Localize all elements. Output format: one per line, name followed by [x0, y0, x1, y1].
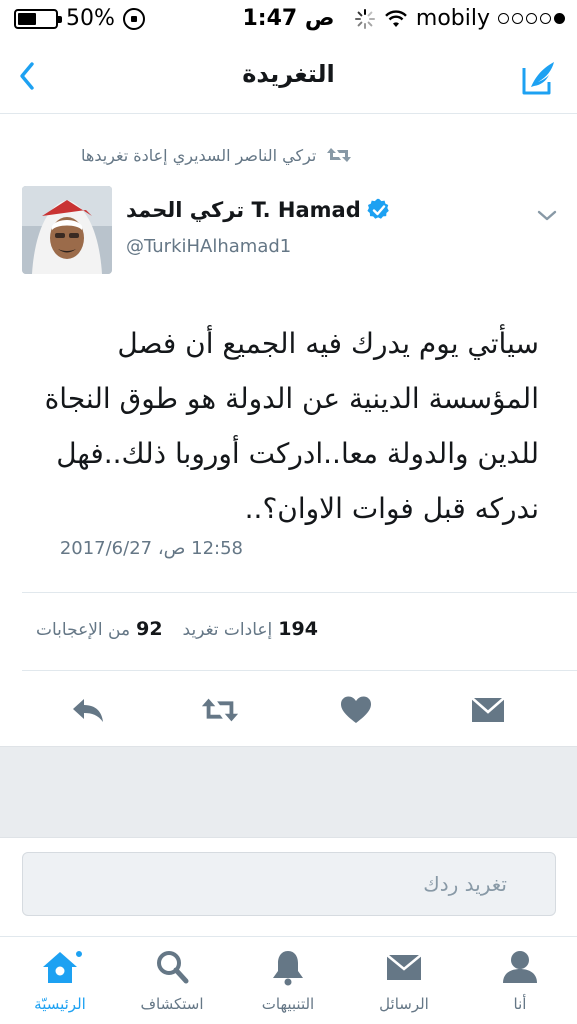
- tab-label: التنبيهات: [261, 995, 315, 1013]
- tweet-text: سيأتي يوم يدرك فيه الجميع أن فصل المؤسسة…: [19, 316, 539, 536]
- tweet-line: سيأتي يوم يدرك فيه الجميع أن فصل: [117, 327, 539, 360]
- signal-strength-icon: [498, 13, 565, 24]
- tab-messages[interactable]: الرسائل: [354, 947, 454, 1024]
- profile-photo: [22, 186, 112, 274]
- tab-bar: الرئيسيّة استكشاف التنبيهات الرسائل أنا: [0, 936, 577, 1024]
- tweet-line: المؤسسة الدينية عن الدولة هو طوق النجاة: [44, 382, 539, 415]
- person-icon: [503, 951, 537, 983]
- carrier-name: mobily: [415, 6, 490, 31]
- retweets-count: 194: [278, 618, 318, 640]
- navigation-bar: التغريدة: [0, 40, 577, 114]
- verified-badge-icon: [367, 198, 389, 219]
- retweeted-by-text: تركي الناصر السديري إعادة تغريدها: [81, 145, 317, 165]
- compose-tweet-icon: [522, 62, 554, 95]
- tab-label: استكشاف: [140, 995, 204, 1013]
- retweets-stat[interactable]: 194 إعادات تغريد: [183, 618, 318, 640]
- tab-label: الرئيسيّة: [34, 995, 86, 1013]
- loading-spinner-icon: [354, 8, 375, 29]
- retweet-button[interactable]: [200, 690, 240, 730]
- message-button[interactable]: [468, 690, 508, 730]
- notification-dot: [74, 949, 84, 959]
- search-icon: [157, 951, 189, 984]
- tweet-line: ندركه قبل فوات الاوان؟..: [244, 492, 539, 525]
- author-handle: @TurkiHAlhamad1: [126, 236, 292, 257]
- tweet-options-button[interactable]: [536, 208, 558, 224]
- divider: [22, 670, 577, 671]
- reply-icon: [73, 699, 103, 722]
- tab-home[interactable]: الرئيسيّة: [10, 947, 110, 1024]
- tweet-line: للدين والدولة معا..ادركت أوروبا ذلك..فهل: [56, 437, 539, 470]
- status-right: mobily: [354, 6, 565, 31]
- chevron-down-icon: [537, 210, 557, 221]
- envelope-icon: [471, 697, 505, 722]
- thread-separator: [0, 746, 577, 838]
- author-name: تركي الحمد T. Hamad: [126, 198, 361, 222]
- envelope-icon: [386, 953, 422, 980]
- bell-icon: [273, 951, 303, 986]
- wifi-icon: [385, 9, 407, 27]
- likes-label: من الإعجابات: [36, 620, 131, 640]
- tweet-actions: [0, 690, 577, 730]
- likes-stat[interactable]: 92 من الإعجابات: [36, 618, 163, 640]
- tab-explore[interactable]: استكشاف: [122, 947, 222, 1024]
- tab-notifications[interactable]: التنبيهات: [238, 947, 338, 1024]
- compose-button[interactable]: [517, 56, 561, 100]
- retweet-icon: [201, 698, 239, 722]
- tweet-stats: 194 إعادات تغريد 92 من الإعجابات: [22, 618, 322, 648]
- tab-label: أنا: [513, 995, 527, 1013]
- reply-button[interactable]: [68, 690, 108, 730]
- author-name-row[interactable]: تركي الحمد T. Hamad: [126, 198, 391, 222]
- divider: [22, 592, 577, 593]
- reply-input[interactable]: [23, 853, 555, 915]
- reply-box[interactable]: [22, 852, 556, 916]
- page-title: التغريدة: [242, 60, 335, 88]
- tab-label: الرسائل: [379, 995, 429, 1013]
- tweet-detail-screen: 50% 1:47 ص mobily التغريدة تركي الناصر ا…: [0, 0, 577, 1024]
- likes-count: 92: [136, 618, 163, 640]
- retweeted-by-header[interactable]: تركي الناصر السديري إعادة تغريدها: [81, 140, 401, 170]
- retweets-label: إعادات تغريد: [182, 620, 273, 640]
- status-bar: 50% 1:47 ص mobily: [0, 0, 577, 40]
- like-button[interactable]: [336, 690, 376, 730]
- heart-icon: [341, 696, 371, 723]
- avatar[interactable]: [22, 186, 112, 274]
- tweet-timestamp: 12:58 ص، 2017/6/27: [59, 538, 243, 559]
- tab-me[interactable]: أنا: [470, 947, 570, 1024]
- retweet-icon: [327, 148, 352, 162]
